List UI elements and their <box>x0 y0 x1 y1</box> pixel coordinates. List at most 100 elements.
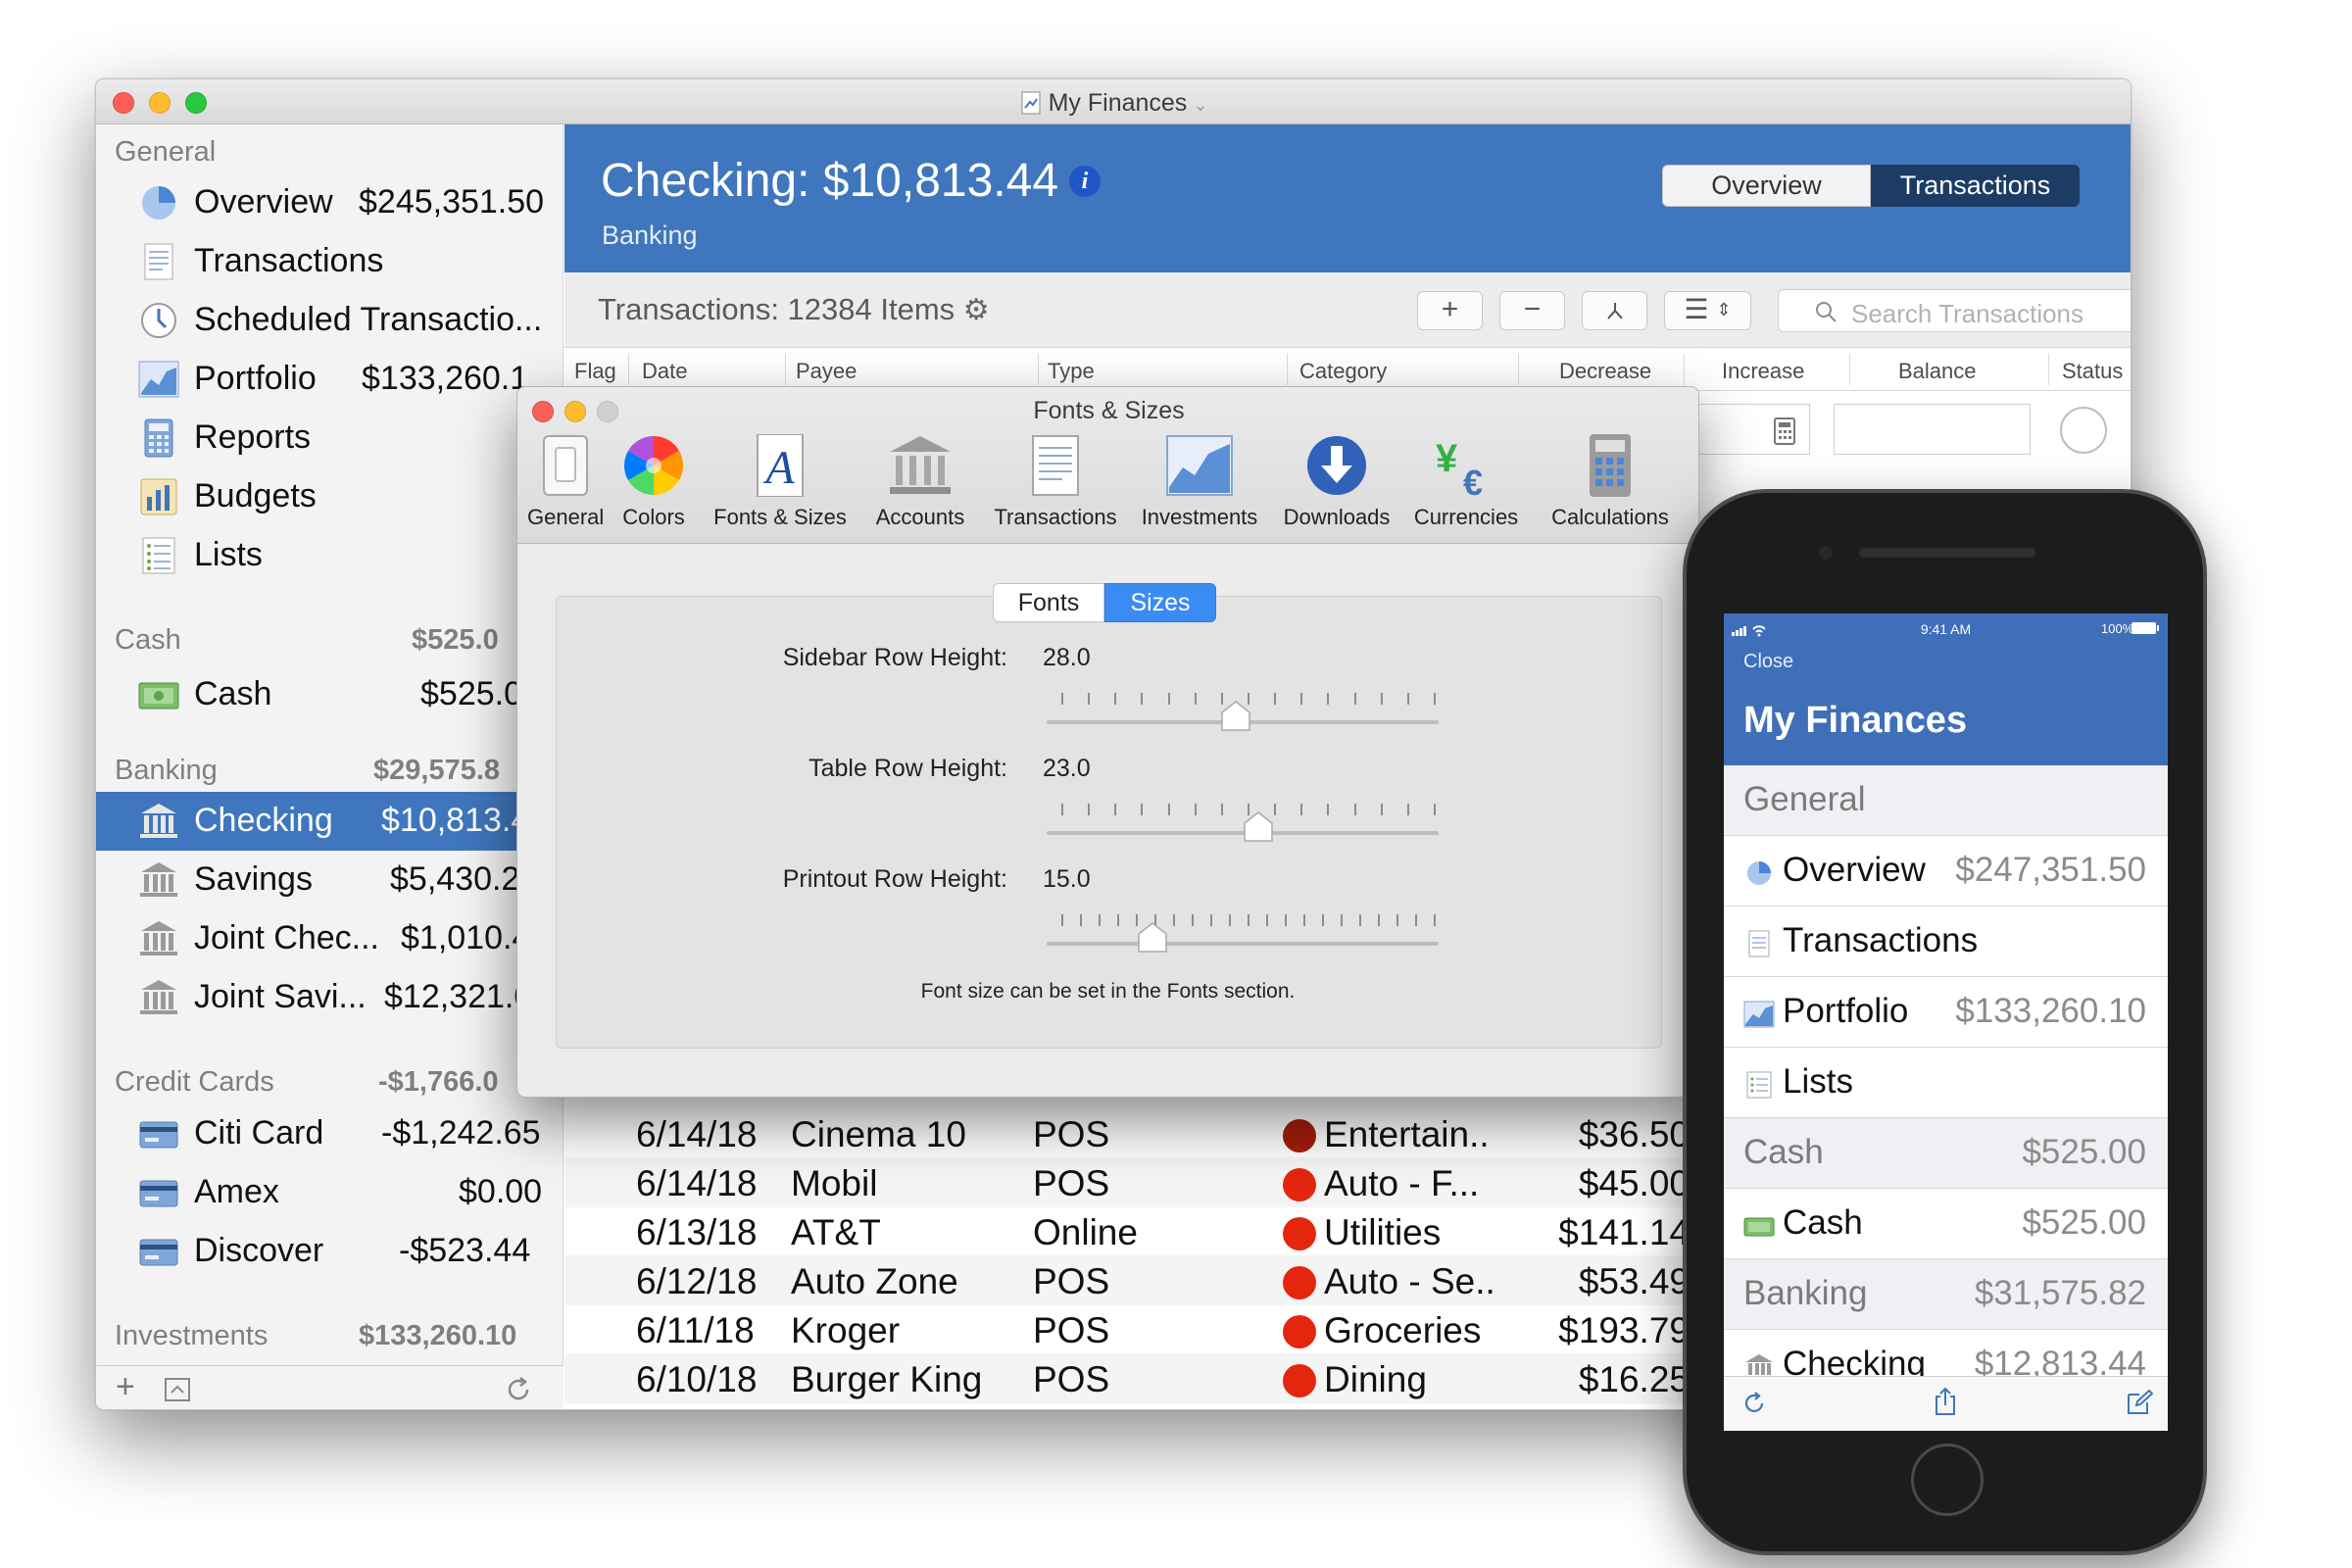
switch-icon <box>543 435 588 496</box>
segment-overview[interactable]: Overview <box>1662 165 1871 207</box>
sidebar-item-transactions[interactable]: Transactions <box>96 232 564 291</box>
search-input[interactable]: Search Transactions <box>1778 289 2131 332</box>
increase-field[interactable] <box>1693 404 1810 455</box>
slider-tick <box>1415 914 1417 926</box>
row-category: Groceries <box>1324 1310 1482 1350</box>
sidebar-item-value: $12,321.0 <box>384 978 533 1015</box>
category-color-dot <box>1283 1315 1316 1348</box>
tab-currencies[interactable]: ¥ € Currencies <box>1407 434 1525 540</box>
slider-tick <box>1141 693 1144 705</box>
sidebar-item-discover[interactable]: Discover -$523.44 <box>96 1222 564 1281</box>
sidebar-item-joint-checking[interactable]: Joint Chec... $1,010.4 <box>96 909 564 968</box>
slider-knob[interactable] <box>1244 811 1273 843</box>
sidebar-item-scheduled[interactable]: Scheduled Transactio... <box>96 291 564 350</box>
slider-tick <box>1274 804 1277 815</box>
segment-transactions[interactable]: Transactions <box>1871 165 2080 207</box>
segment-fonts[interactable]: Fonts <box>993 583 1104 622</box>
calculator-icon[interactable] <box>1773 417 1796 445</box>
share-icon[interactable] <box>1933 1387 1958 1416</box>
bank-icon <box>140 921 177 956</box>
phone-row-portfolio[interactable]: Portfolio $133,260.10 <box>1724 977 2168 1048</box>
sidebar-item-citi-card[interactable]: Citi Card -$1,242.65 <box>96 1104 564 1163</box>
phone-row-label: Cash <box>1783 1203 1863 1242</box>
slider-tick <box>1353 693 1356 705</box>
sidebar-item-lists[interactable]: Lists <box>96 526 564 585</box>
column-divider <box>785 354 786 385</box>
tab-colors[interactable]: Colors <box>616 434 691 540</box>
balance-field[interactable] <box>1834 404 2031 455</box>
collapse-icon[interactable] <box>165 1378 190 1401</box>
compose-icon[interactable] <box>2126 1389 2153 1416</box>
phone-row-label: Transactions <box>1783 921 1979 959</box>
tab-calculations[interactable]: Calculations <box>1537 434 1684 540</box>
column-increase[interactable]: Increase <box>1722 359 1804 390</box>
phone-row-transactions[interactable]: Transactions <box>1724 906 2168 977</box>
tab-general[interactable]: General <box>527 434 604 540</box>
slider-knob[interactable] <box>1221 701 1250 732</box>
slider-tick <box>1080 914 1082 926</box>
sidebar-item-savings[interactable]: Savings $5,430.2 <box>96 851 564 909</box>
sidebar-item-value: $133,260.1 <box>362 360 529 397</box>
tab-investments[interactable]: Investments <box>1139 434 1260 540</box>
status-toggle[interactable] <box>2060 407 2107 454</box>
window-title[interactable]: My Finances ⌄ <box>96 89 2131 118</box>
slider-tick <box>1114 804 1117 815</box>
tab-downloads[interactable]: Downloads <box>1280 434 1394 540</box>
bar-chart-icon <box>140 478 177 515</box>
sidebar-item-portfolio[interactable]: Portfolio $133,260.1 <box>96 350 564 409</box>
font-icon: A <box>757 434 804 497</box>
slider-tick <box>1285 914 1287 926</box>
phone-row-cash[interactable]: Cash $525.00 <box>1724 1189 2168 1259</box>
sidebar-item-label: Portfolio <box>194 360 317 397</box>
sidebar-item-checking[interactable]: Checking $10,813.4 <box>96 792 564 851</box>
printout-row-height-slider[interactable] <box>1047 942 1439 946</box>
add-account-icon[interactable]: + <box>116 1368 135 1406</box>
phone-row-overview[interactable]: Overview $247,351.50 <box>1724 836 2168 906</box>
sidebar-item-joint-savings[interactable]: Joint Savi... $12,321.0 <box>96 968 564 1027</box>
slider-tick <box>1141 804 1144 815</box>
sidebar-item-budgets[interactable]: Budgets <box>96 467 564 526</box>
sidebar-item-overview[interactable]: Overview $245,351.50 <box>96 173 564 232</box>
row-type: POS <box>1033 1310 1110 1350</box>
calculator-icon <box>144 418 173 458</box>
refresh-icon[interactable] <box>1741 1391 1767 1416</box>
table-row-height-value: 23.0 <box>1043 755 1091 782</box>
home-button[interactable] <box>1911 1444 1984 1516</box>
column-divider <box>1518 354 1519 385</box>
sidebar-item-cash[interactable]: Cash $525.0 <box>96 665 564 724</box>
add-transaction-button[interactable]: + <box>1417 291 1483 330</box>
sidebar-item-reports[interactable]: Reports <box>96 409 564 467</box>
slider-tick <box>1380 804 1383 815</box>
register-icon <box>1032 435 1079 496</box>
row-type: POS <box>1033 1163 1110 1203</box>
row-date: 6/14/18 <box>636 1163 758 1203</box>
sidebar-item-value: $525.0 <box>420 675 522 712</box>
slider-tick <box>1061 693 1063 705</box>
tab-transactions[interactable]: Transactions <box>988 434 1123 540</box>
remove-transaction-button[interactable]: − <box>1499 291 1565 330</box>
tab-label: Calculations <box>1551 505 1669 529</box>
info-icon[interactable]: i <box>1069 166 1101 197</box>
slider-tick <box>1248 914 1250 926</box>
split-button[interactable] <box>1582 291 1647 330</box>
view-options-button[interactable]: ☰ ⇕ <box>1664 291 1751 330</box>
register-icon <box>1748 930 1770 957</box>
sidebar-item-amex[interactable]: Amex $0.00 <box>96 1163 564 1222</box>
preferences-toolbar: Fonts & Sizes General Colors A Fonts & S… <box>517 387 1698 544</box>
preferences-window: Fonts & Sizes General Colors A Fonts & S… <box>516 386 1699 1098</box>
tab-accounts[interactable]: Accounts <box>869 434 971 540</box>
phone-row-label: Banking <box>1743 1274 1868 1312</box>
segment-sizes[interactable]: Sizes <box>1104 583 1216 622</box>
tab-fonts-sizes[interactable]: A Fonts & Sizes <box>709 434 852 540</box>
slider-tick <box>1192 914 1194 926</box>
phone-row-lists[interactable]: Lists <box>1724 1048 2168 1118</box>
close-link[interactable]: Close <box>1743 651 1793 673</box>
row-date: 6/10/18 <box>636 1359 758 1399</box>
window-title-text: My Finances <box>1048 89 1188 117</box>
refresh-icon[interactable] <box>506 1376 533 1403</box>
table-row-height-slider[interactable] <box>1047 831 1439 835</box>
slider-knob[interactable] <box>1138 922 1167 954</box>
column-status[interactable]: Status <box>2062 359 2123 390</box>
gear-icon[interactable]: ⚙ <box>963 294 990 326</box>
column-balance[interactable]: Balance <box>1898 359 1977 390</box>
